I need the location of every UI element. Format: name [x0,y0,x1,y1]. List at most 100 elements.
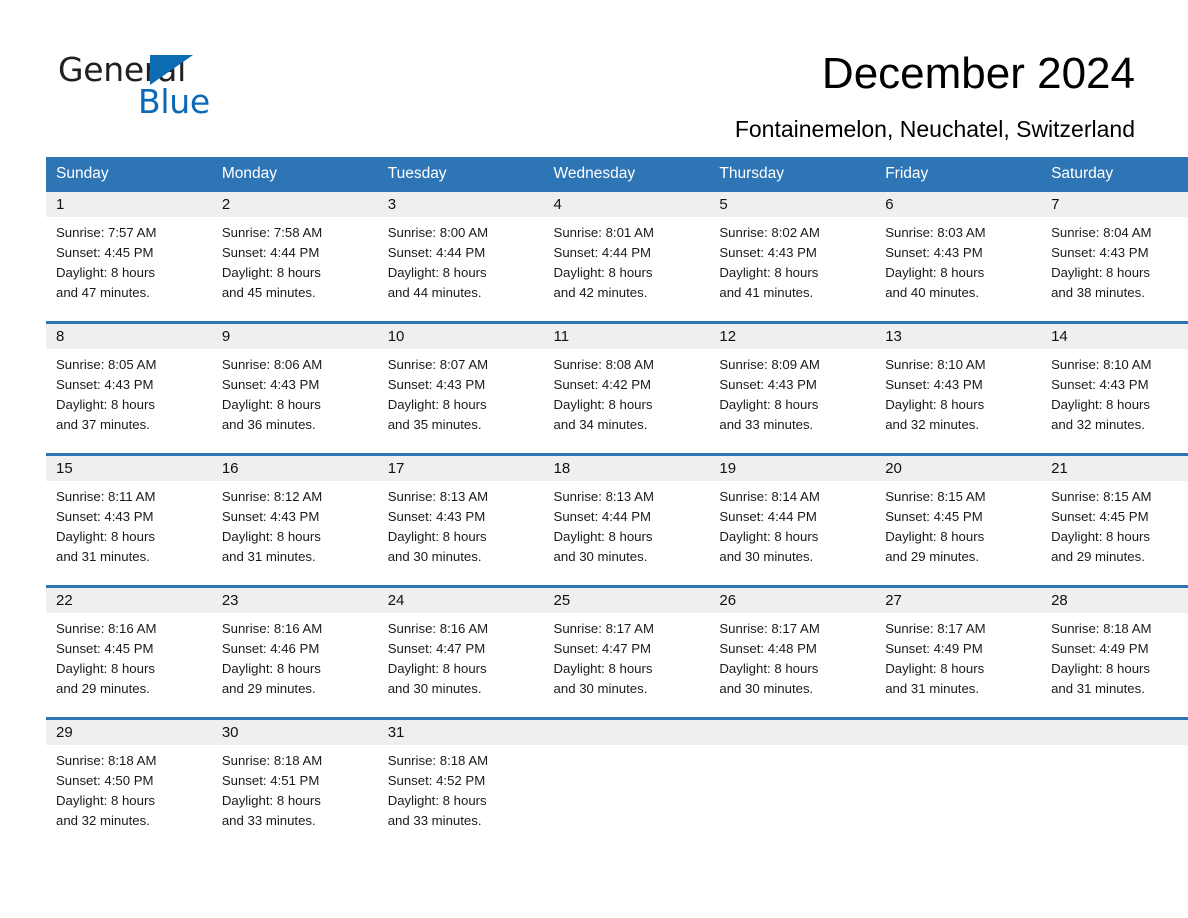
day-number: 15 [46,456,212,481]
calendar-day-cell[interactable]: 13 Sunrise: 8:10 AM Sunset: 4:43 PM Dayligh… [875,324,1042,439]
calendar-day-cell[interactable]: 1 Sunrise: 7:57 AM Sunset: 4:45 PM Daylight… [46,192,212,307]
day-number: 27 [875,588,1042,613]
day-cell-inner [875,720,1042,835]
day-number [875,720,1042,745]
weekday-header-tuesday: Tuesday [377,157,544,192]
calendar-day-cell[interactable]: 15 Sunrise: 8:11 AM Sunset: 4:43 PM Dayligh… [46,456,212,571]
day-details: Sunrise: 8:17 AM Sunset: 4:47 PM Daylight:… [544,613,710,699]
sunrise-text: Sunrise: 8:00 AM [387,225,489,240]
calendar-day-cell[interactable]: 11 Sunrise: 8:08 AM Sunset: 4:42 PM Dayligh… [543,324,710,439]
day-cell-inner: 23 Sunrise: 8:16 AM Sunset: 4:46 PM Dayligh… [211,588,378,703]
sunset-text: Sunset: 4:43 PM [56,377,154,392]
day-details: Sunrise: 8:13 AM Sunset: 4:43 PM Daylight:… [378,481,544,567]
daylight-text-line1: Daylight: 8 hours [221,265,321,280]
calendar-day-cell[interactable]: 14 Sunrise: 8:10 AM Sunset: 4:43 PM Dayligh… [1041,324,1188,439]
day-cell-inner: 15 Sunrise: 8:11 AM Sunset: 4:43 PM Dayligh… [46,456,212,571]
daylight-text-line1: Daylight: 8 hours [553,265,653,280]
day-details: Sunrise: 8:08 AM Sunset: 4:42 PM Daylight:… [544,349,710,435]
sunrise-text: Sunrise: 7:58 AM [221,225,323,240]
sunset-text: Sunset: 4:43 PM [56,509,154,524]
calendar-day-cell[interactable]: 28 Sunrise: 8:18 AM Sunset: 4:49 PM Dayligh… [1041,588,1188,703]
calendar-day-cell[interactable]: 26 Sunrise: 8:17 AM Sunset: 4:48 PM Dayligh… [709,588,876,703]
sunset-text: Sunset: 4:45 PM [56,641,154,656]
week-gap [46,571,1188,585]
calendar-day-cell[interactable]: 21 Sunrise: 8:15 AM Sunset: 4:45 PM Dayligh… [1041,456,1188,571]
calendar-day-cell[interactable]: 10 Sunrise: 8:07 AM Sunset: 4:43 PM Dayligh… [377,324,544,439]
sunset-text: Sunset: 4:44 PM [553,245,652,260]
sunrise-text: Sunrise: 8:12 AM [221,489,323,504]
weekday-header-friday: Friday [875,157,1042,192]
calendar-day-cell[interactable]: 24 Sunrise: 8:16 AM Sunset: 4:47 PM Dayligh… [377,588,544,703]
day-number: 11 [543,324,710,349]
calendar-week-row: 1 Sunrise: 7:57 AM Sunset: 4:45 PM Daylight… [46,192,1188,307]
calendar-day-cell[interactable]: 6 Sunrise: 8:03 AM Sunset: 4:43 PM Daylight… [875,192,1042,307]
calendar-day-cell[interactable]: 27 Sunrise: 8:17 AM Sunset: 4:49 PM Dayligh… [875,588,1042,703]
daylight-text-line2: and 29 minutes. [885,549,980,564]
calendar-day-cell[interactable]: 19 Sunrise: 8:14 AM Sunset: 4:44 PM Dayligh… [709,456,876,571]
calendar-day-cell [543,720,710,835]
daylight-text-line2: and 35 minutes. [387,417,482,432]
daylight-text-line2: and 30 minutes. [553,549,648,564]
daylight-text-line1: Daylight: 8 hours [719,661,819,676]
day-cell-inner: 14 Sunrise: 8:10 AM Sunset: 4:43 PM Dayligh… [1041,324,1188,439]
day-details: Sunrise: 8:09 AM Sunset: 4:43 PM Daylight:… [709,349,875,435]
daylight-text-line2: and 29 minutes. [56,681,150,696]
calendar-day-cell[interactable]: 31 Sunrise: 8:18 AM Sunset: 4:52 PM Dayligh… [377,720,544,835]
sunset-text: Sunset: 4:43 PM [387,377,486,392]
daylight-text-line2: and 32 minutes. [1051,417,1145,432]
day-details: Sunrise: 8:06 AM Sunset: 4:43 PM Daylight:… [212,349,378,435]
calendar-week-row: 15 Sunrise: 8:11 AM Sunset: 4:43 PM Dayligh… [46,456,1188,571]
calendar-day-cell[interactable]: 22 Sunrise: 8:16 AM Sunset: 4:45 PM Dayligh… [46,588,212,703]
sunset-text: Sunset: 4:42 PM [553,377,652,392]
day-cell-inner: 2 Sunrise: 7:58 AM Sunset: 4:44 PM Daylight… [211,192,378,307]
sunrise-text: Sunrise: 8:02 AM [719,225,820,240]
day-cell-inner: 27 Sunrise: 8:17 AM Sunset: 4:49 PM Dayligh… [875,588,1042,703]
day-cell-inner: 25 Sunrise: 8:17 AM Sunset: 4:47 PM Dayligh… [543,588,710,703]
sunset-text: Sunset: 4:44 PM [719,509,817,524]
calendar-day-cell[interactable]: 4 Sunrise: 8:01 AM Sunset: 4:44 PM Daylight… [543,192,710,307]
day-details: Sunrise: 8:18 AM Sunset: 4:49 PM Daylight:… [1041,613,1188,699]
daylight-text-line2: and 31 minutes. [221,549,316,564]
daylight-text-line1: Daylight: 8 hours [885,265,985,280]
day-details: Sunrise: 8:17 AM Sunset: 4:48 PM Daylight:… [709,613,875,699]
daylight-text-line2: and 32 minutes. [56,813,150,828]
calendar-body: 1 Sunrise: 7:57 AM Sunset: 4:45 PM Daylight… [46,192,1188,835]
daylight-text-line1: Daylight: 8 hours [387,265,487,280]
calendar-day-cell[interactable]: 30 Sunrise: 8:18 AM Sunset: 4:51 PM Dayligh… [211,720,378,835]
day-number: 13 [875,324,1042,349]
calendar-day-cell[interactable]: 17 Sunrise: 8:13 AM Sunset: 4:43 PM Dayligh… [377,456,544,571]
calendar-day-cell[interactable]: 20 Sunrise: 8:15 AM Sunset: 4:45 PM Dayligh… [875,456,1042,571]
calendar-day-cell[interactable]: 2 Sunrise: 7:58 AM Sunset: 4:44 PM Daylight… [211,192,378,307]
calendar-day-cell[interactable]: 7 Sunrise: 8:04 AM Sunset: 4:43 PM Daylight… [1041,192,1188,307]
calendar-day-cell[interactable]: 29 Sunrise: 8:18 AM Sunset: 4:50 PM Dayligh… [46,720,212,835]
calendar-day-cell[interactable]: 25 Sunrise: 8:17 AM Sunset: 4:47 PM Dayligh… [543,588,710,703]
sunset-text: Sunset: 4:47 PM [553,641,652,656]
day-details: Sunrise: 8:05 AM Sunset: 4:43 PM Daylight:… [46,349,212,435]
day-number: 23 [211,588,378,613]
calendar-header-row: Sunday Monday Tuesday Wednesday Thursday… [46,157,1188,192]
page-title: December 2024 [821,49,1135,98]
day-details: Sunrise: 8:16 AM Sunset: 4:47 PM Daylight:… [378,613,544,699]
calendar-day-cell[interactable]: 16 Sunrise: 8:12 AM Sunset: 4:43 PM Dayligh… [211,456,378,571]
daylight-text-line2: and 33 minutes. [719,417,814,432]
sunrise-text: Sunrise: 8:18 AM [221,753,323,768]
calendar-day-cell[interactable]: 3 Sunrise: 8:00 AM Sunset: 4:44 PM Daylight… [377,192,544,307]
calendar-table: Sunday Monday Tuesday Wednesday Thursday… [46,157,1188,835]
calendar-day-cell[interactable]: 5 Sunrise: 8:02 AM Sunset: 4:43 PM Daylight… [709,192,876,307]
day-cell-inner: 18 Sunrise: 8:13 AM Sunset: 4:44 PM Dayligh… [543,456,710,571]
day-number: 9 [211,324,378,349]
day-number: 8 [46,324,212,349]
calendar-day-cell[interactable]: 23 Sunrise: 8:16 AM Sunset: 4:46 PM Dayligh… [211,588,378,703]
day-details: Sunrise: 8:13 AM Sunset: 4:44 PM Daylight:… [544,481,710,567]
daylight-text-line2: and 29 minutes. [221,681,316,696]
day-details: Sunrise: 7:58 AM Sunset: 4:44 PM Daylight:… [212,217,378,303]
day-cell-inner: 4 Sunrise: 8:01 AM Sunset: 4:44 PM Daylight… [543,192,710,307]
calendar-day-cell[interactable]: 18 Sunrise: 8:13 AM Sunset: 4:44 PM Dayligh… [543,456,710,571]
calendar-day-cell[interactable]: 9 Sunrise: 8:06 AM Sunset: 4:43 PM Daylight… [211,324,378,439]
sunrise-text: Sunrise: 8:18 AM [387,753,489,768]
calendar-day-cell[interactable]: 12 Sunrise: 8:09 AM Sunset: 4:43 PM Dayligh… [709,324,876,439]
day-cell-inner [709,720,876,835]
calendar-day-cell[interactable]: 8 Sunrise: 8:05 AM Sunset: 4:43 PM Daylight… [46,324,212,439]
day-cell-inner: 19 Sunrise: 8:14 AM Sunset: 4:44 PM Dayligh… [709,456,876,571]
day-cell-inner: 22 Sunrise: 8:16 AM Sunset: 4:45 PM Dayligh… [46,588,212,703]
